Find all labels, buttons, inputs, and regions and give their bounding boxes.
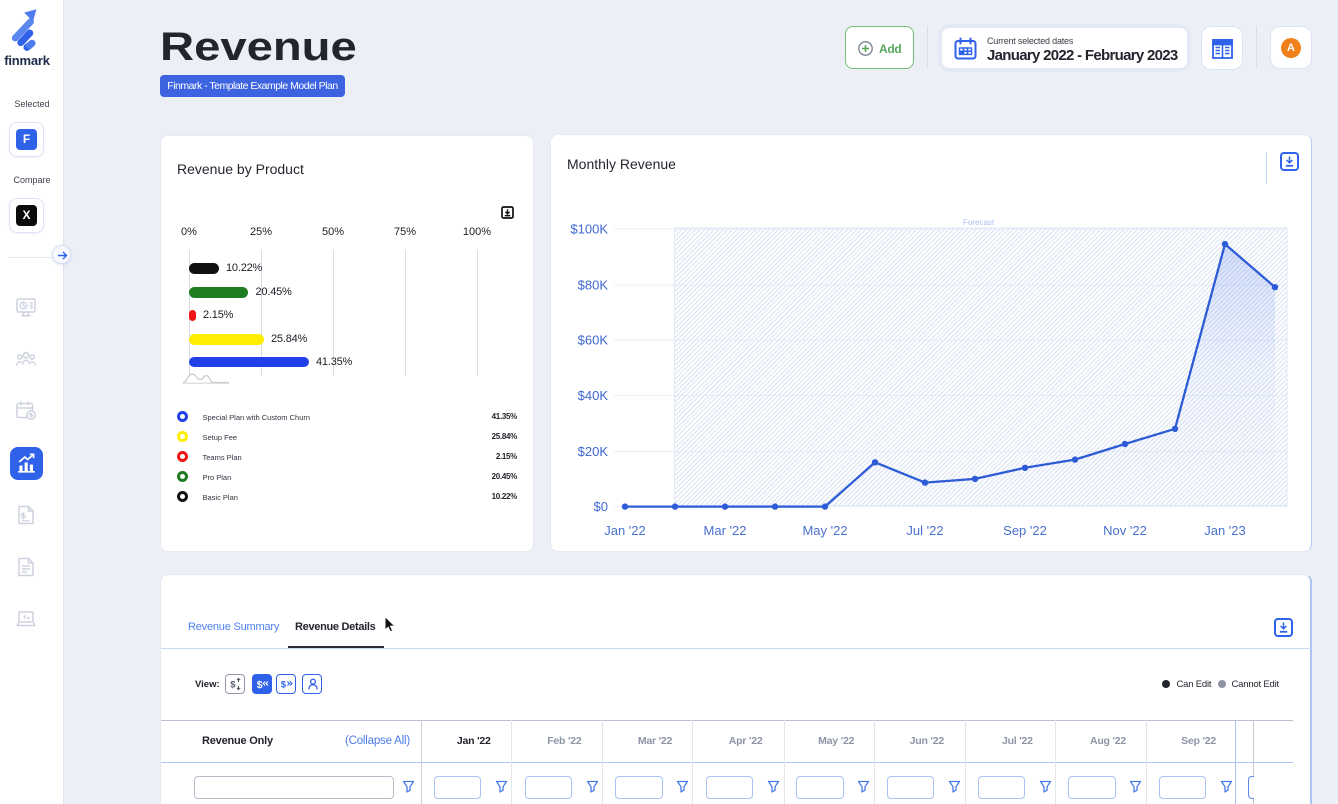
svg-text:$60K: $60K <box>578 333 609 348</box>
svg-text:$: $ <box>281 680 287 691</box>
svg-text:$: $ <box>230 680 236 691</box>
svg-text:Nov '22: Nov '22 <box>1103 523 1147 538</box>
svg-text:$20K: $20K <box>578 444 609 459</box>
svg-text:Jan '23: Jan '23 <box>1204 523 1246 538</box>
svg-text:Jul '22: Jul '22 <box>906 523 943 538</box>
svg-text:Forecast: Forecast <box>963 218 995 227</box>
svg-text:Mar '22: Mar '22 <box>704 523 747 538</box>
svg-text:May '22: May '22 <box>802 523 847 538</box>
svg-text:$40K: $40K <box>578 388 609 403</box>
svg-text:Jan '22: Jan '22 <box>604 523 646 538</box>
svg-text:$80K: $80K <box>578 278 609 293</box>
svg-text:Sep '22: Sep '22 <box>1003 523 1047 538</box>
svg-text:$: $ <box>256 679 262 691</box>
svg-text:$100K: $100K <box>570 221 608 236</box>
svg-text:$0: $0 <box>594 499 608 514</box>
